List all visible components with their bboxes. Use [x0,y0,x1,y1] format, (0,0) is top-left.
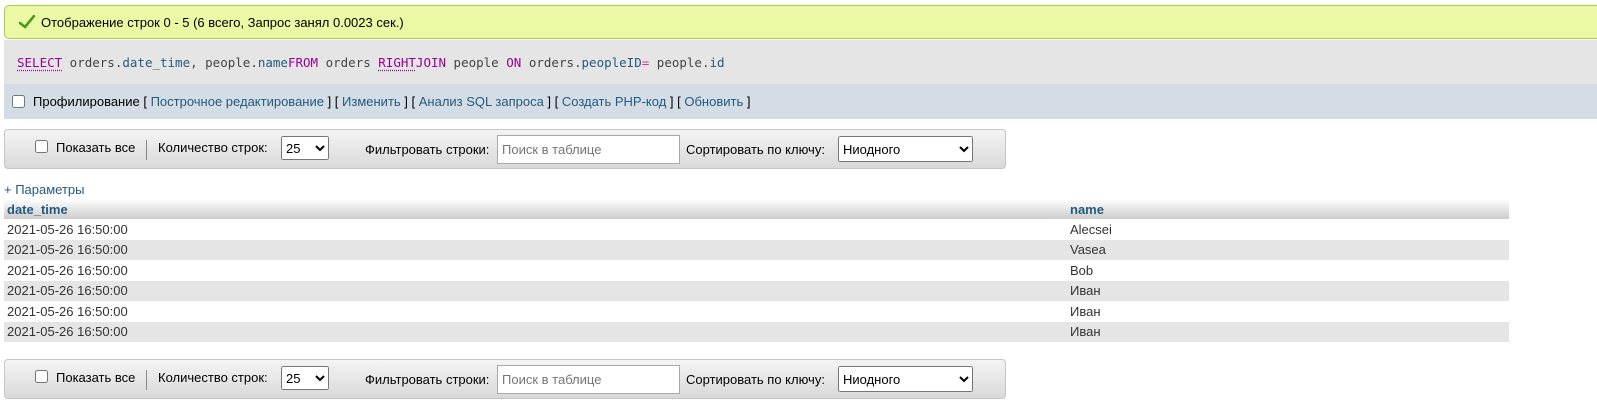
create-php-code-link[interactable]: Создать PHP-код [562,94,666,109]
cell-date-time[interactable]: 2021-05-26 16:50:00 [4,321,1067,342]
divider [146,370,147,390]
rows-count-select[interactable]: 25 [281,136,329,160]
sql-keyword-right[interactable]: RIGHT [378,55,416,70]
table-header-row: date_time name [4,199,1509,219]
sort-by-key-label: Сортировать по ключу: [686,142,825,157]
sql-keyword-on: ON [506,54,522,70]
inline-edit-link[interactable]: Построчное редактирование [151,94,324,109]
sql-column: date_time [122,54,191,70]
sql-column: peopleID [581,54,642,70]
success-message: Отображение строк 0 - 5 (6 всего, Запрос… [41,14,404,30]
cell-date-time[interactable]: 2021-05-26 16:50:00 [4,280,1067,301]
cell-name[interactable]: Bob [1067,260,1509,281]
sql-operator: = [641,54,650,70]
refresh-link[interactable]: Обновить [684,94,743,109]
show-all-checkbox[interactable] [35,140,48,153]
sql-keyword-select[interactable]: SELECT [17,55,62,70]
results-table: date_time name 2021-05-26 16:50:00 Alecs… [4,199,1509,342]
table-search-input[interactable] [497,365,680,394]
sql-text: orders. [521,54,582,70]
success-message-bar: Отображение строк 0 - 5 (6 всего, Запрос… [4,5,1597,39]
sql-text: orders. [62,54,123,70]
column-header-date-time[interactable]: date_time [4,199,1067,219]
show-all-checkbox[interactable] [35,370,48,383]
check-icon [19,15,35,29]
table-row[interactable]: 2021-05-26 16:50:00 Иван [4,280,1509,301]
table-row[interactable]: 2021-05-26 16:50:00 Иван [4,301,1509,322]
cell-name[interactable]: Alecsei [1067,219,1509,240]
cell-name[interactable]: Иван [1067,280,1509,301]
sql-column: name [257,54,288,70]
query-actions-bar: Профилирование [ Построчное редактирован… [4,84,1597,119]
profiling-label: Профилирование [33,94,140,109]
cell-name[interactable]: Иван [1067,321,1509,342]
results-navigation-bottom: Показать все Количество строк: 25 Фильтр… [4,359,1006,399]
sql-query-display[interactable]: SELECT orders. date_time, people. name FRO… [4,40,1597,84]
explain-sql-link[interactable]: Анализ SQL запроса [419,94,544,109]
cell-date-time[interactable]: 2021-05-26 16:50:00 [4,219,1067,240]
sql-keyword-from: FROM [287,54,319,70]
sql-column: id [709,54,725,70]
cell-name[interactable]: Vasea [1067,239,1509,260]
table-row[interactable]: 2021-05-26 16:50:00 Alecsei [4,219,1509,240]
sort-by-key-select[interactable]: Ниодного [838,366,973,392]
filter-rows-label: Фильтровать строки: [365,372,490,387]
cell-date-time[interactable]: 2021-05-26 16:50:00 [4,260,1067,281]
sql-text: orders [318,54,379,70]
table-search-input[interactable] [497,135,680,164]
rows-count-select[interactable]: 25 [281,366,329,390]
sql-text: people. [649,54,710,70]
rows-count-label: Количество строк: [158,370,268,385]
divider [146,140,147,160]
show-all-label[interactable]: Показать все [56,370,135,385]
show-all-label[interactable]: Показать все [56,140,135,155]
column-header-name[interactable]: name [1067,199,1509,219]
options-toggle-link[interactable]: + Параметры [4,182,85,197]
sql-text: , people. [190,54,258,70]
sql-text: people [446,54,507,70]
cell-date-time[interactable]: 2021-05-26 16:50:00 [4,239,1067,260]
sql-keyword-join: JOIN [415,54,447,70]
edit-link[interactable]: Изменить [342,94,401,109]
profiling-checkbox[interactable] [12,95,25,108]
sort-by-key-label: Сортировать по ключу: [686,372,825,387]
filter-rows-label: Фильтровать строки: [365,142,490,157]
results-navigation-top: Показать все Количество строк: 25 Фильтр… [4,129,1006,169]
table-row[interactable]: 2021-05-26 16:50:00 Vasea [4,239,1509,260]
sort-by-key-select[interactable]: Ниодного [838,136,973,162]
table-row[interactable]: 2021-05-26 16:50:00 Bob [4,260,1509,281]
table-row[interactable]: 2021-05-26 16:50:00 Иван [4,321,1509,342]
cell-name[interactable]: Иван [1067,301,1509,322]
cell-date-time[interactable]: 2021-05-26 16:50:00 [4,301,1067,322]
rows-count-label: Количество строк: [158,140,268,155]
